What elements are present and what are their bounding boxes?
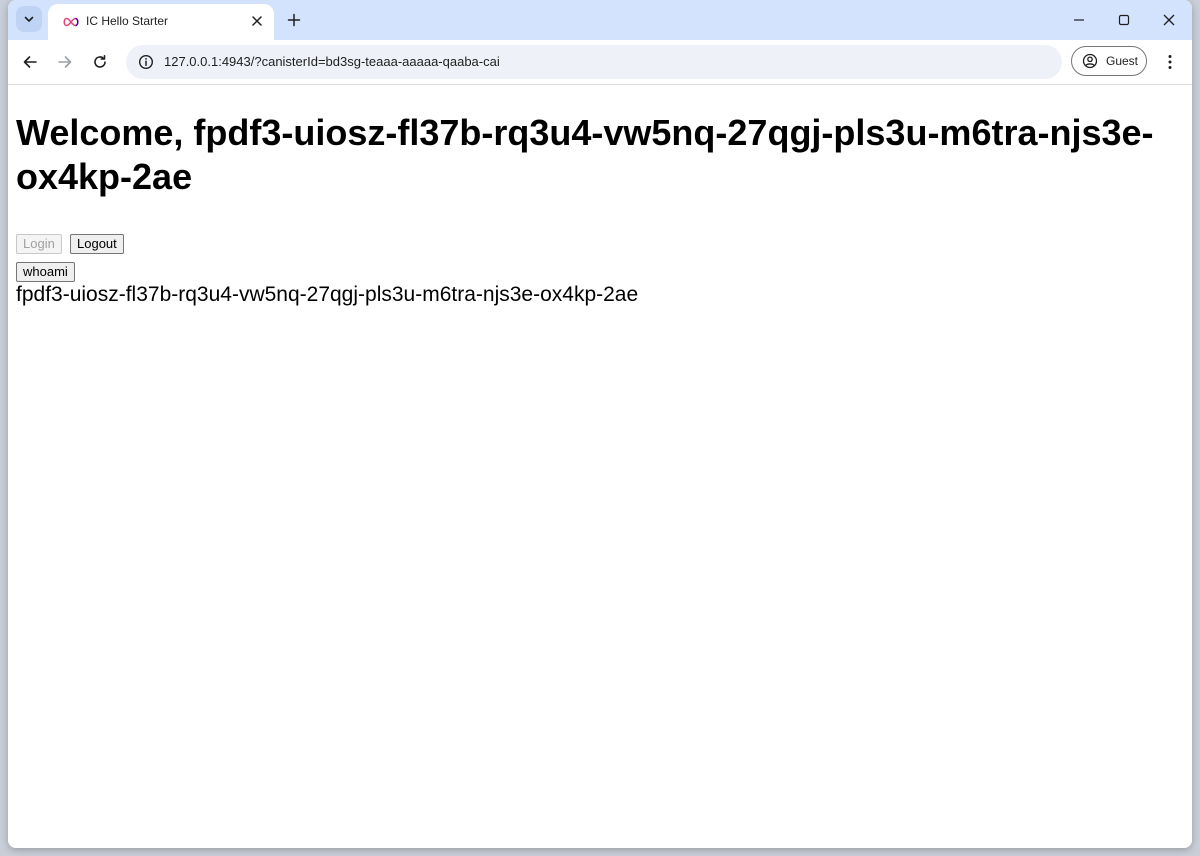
profile-button[interactable]: Guest <box>1071 46 1147 76</box>
browser-window: IC Hello Starter 127.0.0.1:4943/?caniste… <box>8 0 1192 848</box>
person-icon <box>1082 53 1098 69</box>
close-window-button[interactable] <box>1149 6 1189 34</box>
back-button[interactable] <box>16 48 44 76</box>
chevron-down-icon <box>24 16 34 22</box>
close-tab-button[interactable] <box>248 12 266 30</box>
more-vertical-icon <box>1168 55 1172 69</box>
forward-button[interactable] <box>51 48 79 76</box>
profile-label: Guest <box>1106 54 1139 68</box>
login-button[interactable]: Login <box>16 234 62 254</box>
logout-button[interactable]: Logout <box>70 234 124 254</box>
reload-icon <box>94 55 106 68</box>
info-icon[interactable] <box>138 54 154 70</box>
reload-button[interactable] <box>86 48 114 76</box>
new-tab-button[interactable] <box>282 8 306 32</box>
tab-search-button[interactable] <box>16 6 42 32</box>
tab-strip: IC Hello Starter <box>8 0 1192 40</box>
tab-active[interactable]: IC Hello Starter <box>48 4 274 40</box>
maximize-icon <box>1118 14 1130 26</box>
infinity-icon <box>63 17 79 27</box>
plus-icon <box>287 13 301 27</box>
principal-output: fpdf3-uiosz-fl37b-rq3u4-vw5nq-27qgj-pls3… <box>16 283 639 306</box>
arrow-right-icon <box>58 56 72 68</box>
close-icon <box>252 16 262 26</box>
whoami-button[interactable]: whoami <box>16 262 75 282</box>
page-content: Welcome, fpdf3-uiosz-fl37b-rq3u4-vw5nq-2… <box>8 85 1192 848</box>
browser-toolbar: 127.0.0.1:4943/?canisterId=bd3sg-teaaa-a… <box>8 40 1192 85</box>
tab-title: IC Hello Starter <box>86 14 169 28</box>
welcome-heading: Welcome, fpdf3-uiosz-fl37b-rq3u4-vw5nq-2… <box>16 112 1154 197</box>
url-text[interactable]: 127.0.0.1:4943/?canisterId=bd3sg-teaaa-a… <box>164 54 500 69</box>
minimize-icon <box>1074 19 1084 21</box>
minimize-button[interactable] <box>1059 6 1099 34</box>
close-icon <box>1163 14 1175 26</box>
arrow-left-icon <box>23 56 37 68</box>
address-bar[interactable]: 127.0.0.1:4943/?canisterId=bd3sg-teaaa-a… <box>126 45 1062 79</box>
browser-menu-button[interactable] <box>1158 48 1182 76</box>
maximize-button[interactable] <box>1104 6 1144 34</box>
